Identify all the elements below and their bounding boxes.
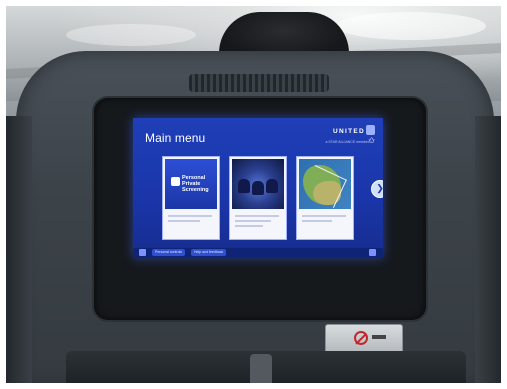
caption-line	[235, 225, 263, 227]
home-icon[interactable]	[139, 249, 146, 256]
menu-card-flight-map[interactable]	[296, 156, 354, 240]
seat-side-left	[6, 116, 32, 383]
ceiling-light	[66, 24, 196, 46]
photo-frame: Main menu UNITED a STAR ALLIANCE member …	[6, 6, 501, 383]
caption-line	[235, 215, 279, 217]
globe-icon	[366, 125, 375, 135]
tray-latch[interactable]	[325, 324, 403, 354]
card-thumbnail: Personal Private Screening	[165, 159, 217, 209]
card-thumbnail	[299, 159, 351, 209]
seat-icon	[252, 181, 264, 195]
personal-controls-button[interactable]: Personal controls	[152, 249, 186, 256]
bottom-toolbar: Personal controls Help and feedback	[133, 248, 383, 258]
menu-card-private-screening[interactable]: Personal Private Screening	[162, 156, 220, 240]
caption-line	[168, 215, 212, 217]
seat-side-right	[475, 116, 501, 383]
card-thumbnail	[232, 159, 284, 209]
app-icon	[171, 177, 180, 186]
settings-icon[interactable]	[369, 249, 376, 256]
seat-icon	[266, 179, 278, 193]
seat-icon	[238, 179, 250, 193]
card-label: Personal Private Screening	[182, 175, 209, 193]
alliance-tagline: a STAR ALLIANCE member	[325, 140, 369, 144]
caption-line	[302, 220, 332, 222]
page-title: Main menu	[145, 131, 206, 145]
entertainment-screen: Main menu UNITED a STAR ALLIANCE member …	[133, 118, 383, 258]
help-button[interactable]: Help and feedback	[191, 249, 227, 256]
next-page-arrow-icon[interactable]: ❯	[371, 180, 383, 198]
bezel-mark	[216, 297, 256, 307]
tray-knob[interactable]	[250, 354, 272, 383]
seat-vent	[189, 74, 329, 92]
cigarette-icon	[372, 335, 386, 339]
star-alliance-icon: ✩	[368, 136, 375, 145]
menu-card-seat-info[interactable]	[229, 156, 287, 240]
caption-line	[235, 220, 271, 222]
no-smoking-icon	[354, 331, 368, 345]
ceiling-light-bright	[336, 12, 486, 40]
caption-line	[168, 220, 200, 222]
caption-line	[302, 215, 346, 217]
airline-logo: UNITED	[333, 128, 365, 135]
